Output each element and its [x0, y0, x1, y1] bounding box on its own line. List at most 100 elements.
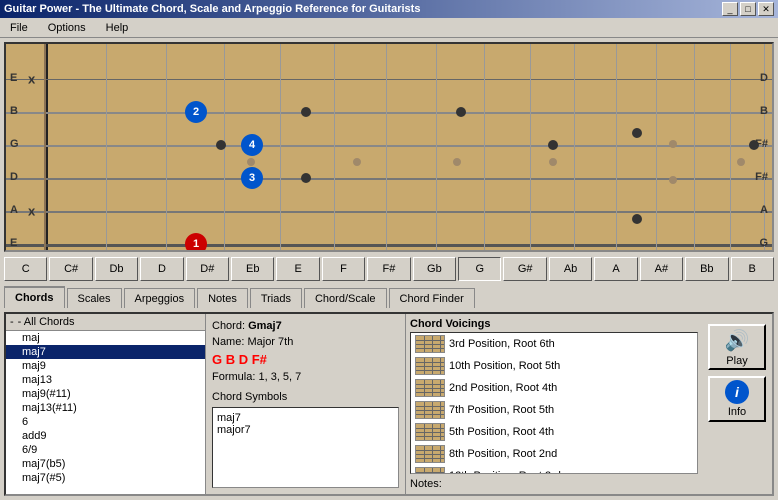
string-label-right-a: A: [760, 204, 768, 216]
main-container: E B G D A E D B F# F# A G x x 1 2 3 4: [0, 38, 778, 500]
collapse-icon[interactable]: -: [10, 316, 14, 328]
chord-item-add9[interactable]: add9: [6, 429, 205, 443]
menu-help[interactable]: Help: [100, 20, 135, 36]
play-button[interactable]: 🔊 Play: [708, 324, 766, 370]
key-b[interactable]: B: [731, 257, 774, 281]
tab-arpeggios[interactable]: Arpeggios: [124, 288, 196, 308]
action-buttons: 🔊 Play i Info: [702, 314, 772, 494]
title-bar: Guitar Power - The Ultimate Chord, Scale…: [0, 0, 778, 18]
voicing-item-0[interactable]: 3rd Position, Root 6th: [411, 333, 697, 355]
key-dsharp[interactable]: D#: [186, 257, 229, 281]
inlay-dot-9: [549, 158, 557, 166]
key-bb[interactable]: Bb: [685, 257, 728, 281]
chord-item-6-9[interactable]: 6/9: [6, 443, 205, 457]
key-gsharp[interactable]: G#: [503, 257, 546, 281]
menu-bar: File Options Help: [0, 18, 778, 38]
string-label-a: A: [10, 204, 18, 216]
key-f[interactable]: F: [322, 257, 365, 281]
menu-file[interactable]: File: [4, 20, 34, 36]
chord-label: Chord:: [212, 320, 245, 332]
maximize-button[interactable]: □: [740, 2, 756, 16]
chord-list-body[interactable]: maj maj7 maj9 maj13 maj9(#11) maj13(#11)…: [6, 331, 205, 494]
key-g[interactable]: G: [458, 257, 501, 281]
voicing-item-2[interactable]: 2nd Position, Root 4th: [411, 377, 697, 399]
note-circle-4: 4: [241, 134, 263, 156]
string-label-e-high: E: [10, 72, 17, 84]
tab-chord-scale[interactable]: Chord/Scale: [304, 288, 387, 308]
minimize-button[interactable]: _: [722, 2, 738, 16]
tab-notes[interactable]: Notes: [197, 288, 248, 308]
tabs: Chords Scales Arpeggios Notes Triads Cho…: [4, 286, 774, 308]
string-b: [6, 112, 772, 114]
key-d[interactable]: D: [140, 257, 183, 281]
menu-options[interactable]: Options: [42, 20, 92, 36]
chord-item-maj7[interactable]: maj7: [6, 345, 205, 359]
chord-item-maj[interactable]: maj: [6, 331, 205, 345]
fretboard: E B G D A E D B F# F# A G x x 1 2 3 4: [6, 44, 772, 250]
key-a[interactable]: A: [594, 257, 637, 281]
dot-d-5: [301, 173, 311, 183]
key-db[interactable]: Db: [95, 257, 138, 281]
fret-9: [530, 44, 531, 250]
app-title: Guitar Power - The Ultimate Chord, Scale…: [4, 3, 420, 15]
tab-triads[interactable]: Triads: [250, 288, 302, 308]
string-label-right-b: B: [760, 105, 768, 117]
symbol-maj7: maj7: [217, 412, 394, 424]
inlay-dot-12b: [669, 176, 677, 184]
key-e[interactable]: E: [276, 257, 319, 281]
key-ab[interactable]: Ab: [549, 257, 592, 281]
fret-7: [436, 44, 437, 250]
speaker-icon: 🔊: [725, 328, 750, 353]
tab-chords[interactable]: Chords: [4, 286, 65, 308]
voicing-item-5[interactable]: 8th Position, Root 2nd: [411, 443, 697, 465]
voicings-header: Chord Voicings: [410, 318, 698, 330]
info-button[interactable]: i Info: [708, 376, 766, 422]
key-asharp[interactable]: A#: [640, 257, 683, 281]
voicing-item-4[interactable]: 5th Position, Root 4th: [411, 421, 697, 443]
chord-item-maj7-s5[interactable]: maj7(#5): [6, 471, 205, 485]
key-eb[interactable]: Eb: [231, 257, 274, 281]
fret-10: [574, 44, 575, 250]
close-button[interactable]: ✕: [758, 2, 774, 16]
key-gb[interactable]: Gb: [413, 257, 456, 281]
voicing-thumb-2: [415, 379, 445, 397]
chord-item-maj9-11[interactable]: maj9(#11): [6, 387, 205, 401]
fret-8: [484, 44, 485, 250]
inlay-dot-15: [737, 158, 745, 166]
voicing-item-6[interactable]: 12th Position, Root 3rd: [411, 465, 697, 474]
inlay-dot-7: [453, 158, 461, 166]
chord-list-panel: - - All Chords maj maj7 maj9 maj13 maj9(…: [6, 314, 206, 494]
chord-item-maj13[interactable]: maj13: [6, 373, 205, 387]
chord-name-value: Gmaj7: [248, 320, 282, 332]
voicing-item-1[interactable]: 10th Position, Root 5th: [411, 355, 697, 377]
name-label: Name:: [212, 336, 244, 348]
key-fsharp[interactable]: F#: [367, 257, 410, 281]
string-e-high: [6, 79, 772, 80]
string-label-right-g: G: [759, 237, 768, 249]
chord-item-maj9[interactable]: maj9: [6, 359, 205, 373]
fret-6: [386, 44, 387, 250]
tab-scales[interactable]: Scales: [67, 288, 122, 308]
content-area: - - All Chords maj maj7 maj9 maj13 maj9(…: [4, 312, 774, 496]
chord-item-maj7-b5[interactable]: maj7(b5): [6, 457, 205, 471]
fret-0: [44, 44, 46, 250]
x-marker-e: x: [28, 72, 35, 87]
string-label-right-d: D: [760, 72, 768, 84]
chord-item-maj13-11[interactable]: maj13(#11): [6, 401, 205, 415]
name-row: Name: Major 7th: [212, 336, 399, 348]
voicing-item-3[interactable]: 7th Position, Root 5th: [411, 399, 697, 421]
string-label-g: G: [10, 138, 19, 150]
key-csharp[interactable]: C#: [49, 257, 92, 281]
tab-chord-finder[interactable]: Chord Finder: [389, 288, 475, 308]
chord-item-6[interactable]: 6: [6, 415, 205, 429]
key-c[interactable]: C: [4, 257, 47, 281]
key-selector: C C# Db D D# Eb E F F# Gb G G# Ab A A# B…: [4, 256, 774, 282]
voicings-list[interactable]: 3rd Position, Root 6th 10th Position, Ro…: [410, 332, 698, 474]
fret-2: [166, 44, 167, 250]
play-label: Play: [726, 355, 747, 367]
string-d: [6, 178, 772, 180]
fret-11: [616, 44, 617, 250]
symbol-major7: major7: [217, 424, 394, 436]
info-label: Info: [728, 406, 746, 418]
inlay-dot-12a: [669, 140, 677, 148]
